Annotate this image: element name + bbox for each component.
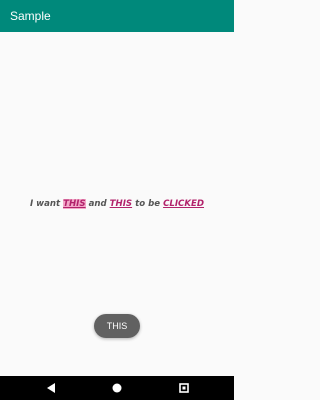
circle-home-icon xyxy=(112,383,122,393)
navigation-bar xyxy=(0,376,234,400)
square-recent-icon xyxy=(179,383,189,393)
triangle-back-icon xyxy=(47,383,55,393)
toast-message: THIS xyxy=(94,314,140,338)
sentence-text-2: and xyxy=(85,199,110,209)
recent-apps-button[interactable] xyxy=(172,376,196,400)
home-button[interactable] xyxy=(105,376,129,400)
link-this-first[interactable]: THIS xyxy=(63,199,86,209)
link-this-second[interactable]: THIS xyxy=(110,199,132,209)
sentence-text-1: I want xyxy=(29,199,64,209)
clickable-sentence: I want THIS and THIS to be CLICKED xyxy=(0,198,234,210)
app-bar: Sample xyxy=(0,0,234,32)
app-title: Sample xyxy=(10,9,51,23)
link-clicked[interactable]: CLICKED xyxy=(163,199,204,209)
sentence-text-3: to be xyxy=(132,199,164,209)
back-button[interactable] xyxy=(39,376,63,400)
